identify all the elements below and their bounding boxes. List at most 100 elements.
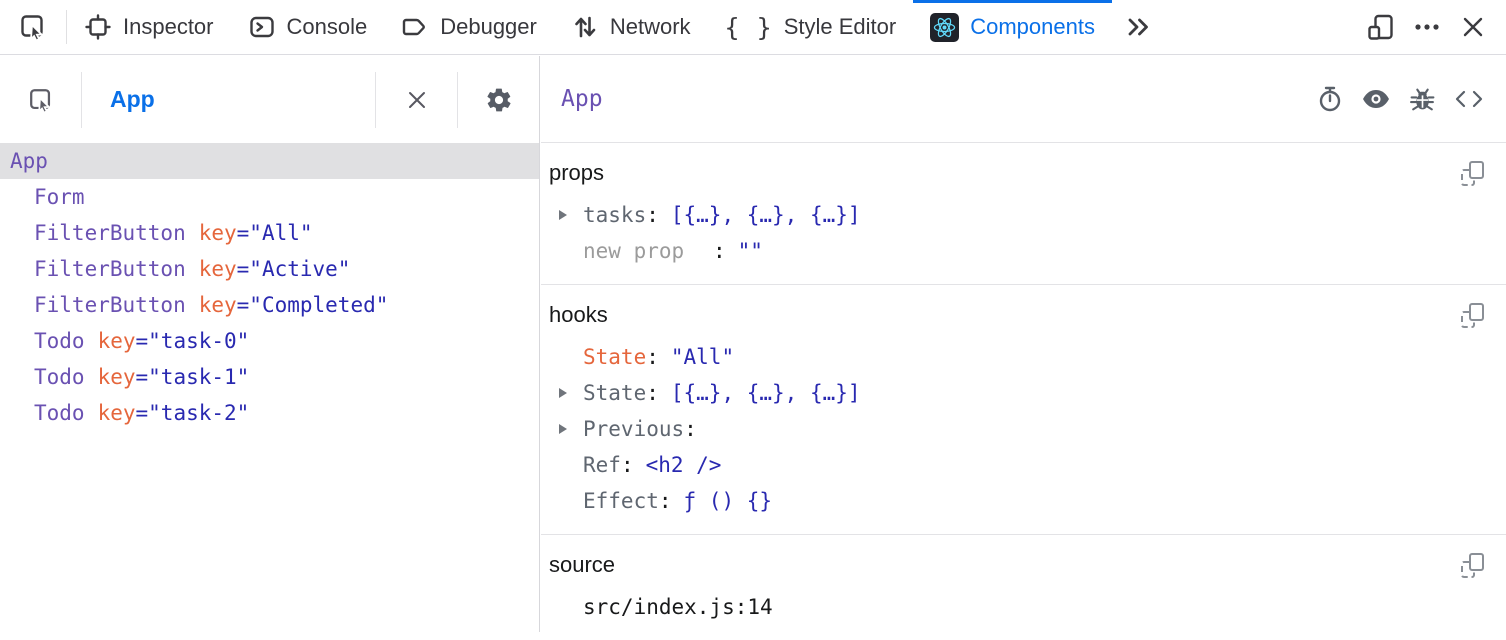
hook-row[interactable]: Effect: ƒ () {} xyxy=(541,483,1506,519)
section-label: source xyxy=(549,552,615,578)
component-details-panel: App xyxy=(541,56,1506,632)
component-name: FilterButton xyxy=(34,293,186,317)
details-header: App xyxy=(541,56,1506,143)
colon: : xyxy=(646,381,659,405)
selected-component-title: App xyxy=(561,86,603,112)
tab-inspector[interactable]: Inspector xyxy=(67,0,231,54)
pick-element-icon xyxy=(27,86,55,114)
settings-button[interactable] xyxy=(458,86,539,114)
key-attr-name: key xyxy=(199,257,237,281)
devtools-menu-button[interactable] xyxy=(1404,0,1450,54)
key-attr-value: ="task-1" xyxy=(136,365,250,389)
tree-item-app[interactable]: App xyxy=(0,143,539,179)
inspector-icon xyxy=(84,13,112,41)
hook-name: State xyxy=(583,345,646,369)
chevron-double-right-icon xyxy=(1124,13,1152,41)
key-attr-value: ="Completed" xyxy=(237,293,389,317)
section-label: props xyxy=(549,160,604,186)
tab-label: Console xyxy=(287,14,368,40)
debugger-icon xyxy=(401,13,429,41)
hook-value: [{…}, {…}, {…}] xyxy=(671,381,861,405)
tab-console[interactable]: Console xyxy=(231,0,385,54)
component-name: Todo xyxy=(34,329,85,353)
pick-element-button[interactable] xyxy=(0,0,66,54)
props-section: props tasks: [{…}, {…}, {…}] new prop: "… xyxy=(541,159,1506,285)
component-name: App xyxy=(10,149,48,173)
prop-row[interactable]: tasks: [{…}, {…}, {…}] xyxy=(541,197,1506,233)
source-path: src/index.js:14 xyxy=(583,595,773,619)
tab-overflow-button[interactable] xyxy=(1112,0,1164,54)
expand-arrow-icon[interactable] xyxy=(559,210,567,220)
component-tree: App Form FilterButtonkey="All" FilterBut… xyxy=(0,143,539,431)
tree-item-filterbutton[interactable]: FilterButton key="All" xyxy=(0,215,539,251)
component-name: FilterButton xyxy=(34,257,186,281)
key-attr-value: ="task-0" xyxy=(136,329,250,353)
new-prop-row[interactable]: new prop: "" xyxy=(541,233,1506,269)
gear-icon xyxy=(485,86,513,114)
copy-icon[interactable] xyxy=(1461,161,1484,186)
braces-icon: { } xyxy=(725,13,773,42)
close-icon xyxy=(1460,14,1486,40)
responsive-design-icon xyxy=(1366,12,1396,42)
network-arrows-icon xyxy=(571,13,599,41)
hook-name: Ref xyxy=(583,453,621,477)
hook-name: State xyxy=(583,381,646,405)
prop-name: tasks xyxy=(583,203,646,227)
tree-item-filterbutton[interactable]: FilterButton key="Active" xyxy=(0,251,539,287)
hook-value: <h2 /> xyxy=(646,453,722,477)
hook-row[interactable]: Previous: xyxy=(541,411,1506,447)
colon: : xyxy=(713,239,726,263)
hook-value: "All" xyxy=(671,345,734,369)
search-input[interactable]: App xyxy=(82,86,375,113)
clear-search-button[interactable] xyxy=(376,88,457,112)
key-attr-name: key xyxy=(199,293,237,317)
meatball-menu-icon xyxy=(1412,12,1442,42)
tab-label: Components xyxy=(970,14,1095,40)
new-prop-value-input[interactable]: "" xyxy=(738,239,763,263)
devtools-toolbar: Inspector Console Debugger Network { } S… xyxy=(0,0,1506,55)
expand-arrow-icon[interactable] xyxy=(559,388,567,398)
tree-item-todo[interactable]: Todokey="task-0" xyxy=(0,323,539,359)
copy-icon[interactable] xyxy=(1461,303,1484,328)
hook-row[interactable]: Ref: <h2 /> xyxy=(541,447,1506,483)
responsive-design-button[interactable] xyxy=(1358,0,1404,54)
eye-icon[interactable] xyxy=(1361,88,1391,110)
key-attr-name: key xyxy=(98,401,136,425)
pick-component-button[interactable] xyxy=(0,86,81,114)
tree-item-todo[interactable]: Todokey="task-2" xyxy=(0,395,539,431)
tab-debugger[interactable]: Debugger xyxy=(384,0,554,54)
tab-label: Inspector xyxy=(123,14,214,40)
key-attr-name: key xyxy=(98,365,136,389)
toolbar-spacer xyxy=(1164,0,1358,54)
tab-label: Debugger xyxy=(440,14,537,40)
key-attr-value: ="All" xyxy=(237,221,313,245)
source-row[interactable]: src/index.js:14 xyxy=(541,589,1506,625)
components-tree-panel: App App Form FilterButtonkey="All" Filte… xyxy=(0,56,540,632)
bug-icon[interactable] xyxy=(1409,86,1436,113)
colon: : xyxy=(646,345,659,369)
tab-network[interactable]: Network xyxy=(554,0,708,54)
stopwatch-icon[interactable] xyxy=(1317,85,1343,113)
tree-item-filterbutton[interactable]: FilterButton key="Completed" xyxy=(0,287,539,323)
hook-value: ƒ () {} xyxy=(684,489,773,513)
copy-icon[interactable] xyxy=(1461,553,1484,578)
react-logo-icon xyxy=(930,13,959,42)
tab-components[interactable]: Components xyxy=(913,0,1112,54)
key-attr-name: key xyxy=(199,221,237,245)
expand-arrow-icon[interactable] xyxy=(559,424,567,434)
hook-row[interactable]: State: "All" xyxy=(541,339,1506,375)
key-attr-value: ="task-2" xyxy=(136,401,250,425)
hook-row[interactable]: State: [{…}, {…}, {…}] xyxy=(541,375,1506,411)
code-brackets-icon[interactable] xyxy=(1454,86,1484,112)
pick-element-icon xyxy=(18,12,48,42)
hook-name: Effect xyxy=(583,489,659,513)
component-name: FilterButton xyxy=(34,221,186,245)
tree-item-todo[interactable]: Todokey="task-1" xyxy=(0,359,539,395)
new-prop-input[interactable]: new prop xyxy=(583,239,713,263)
key-attr-value: ="Active" xyxy=(237,257,351,281)
component-name: Todo xyxy=(34,401,85,425)
tree-item-form[interactable]: Form xyxy=(0,179,539,215)
tab-style-editor[interactable]: { } Style Editor xyxy=(708,0,914,54)
close-devtools-button[interactable] xyxy=(1450,0,1496,54)
hook-name: Previous xyxy=(583,417,684,441)
